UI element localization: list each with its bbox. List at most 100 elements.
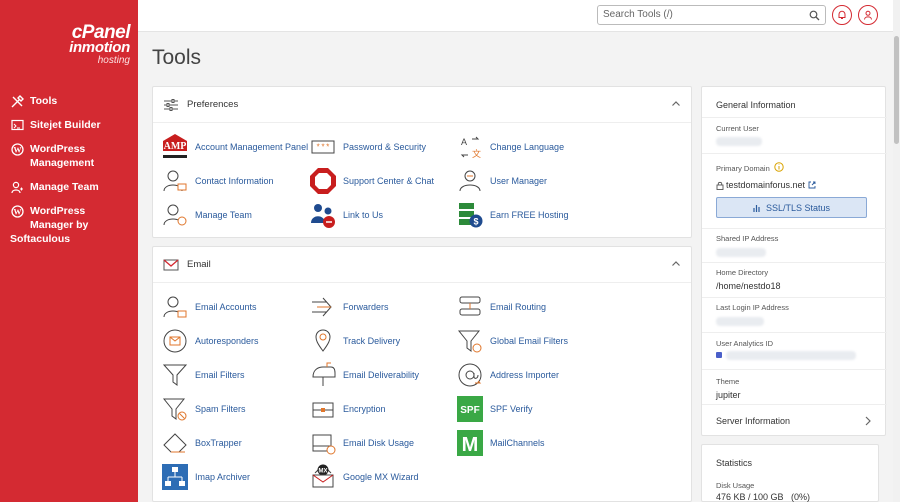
tool-label: Imap Archiver	[195, 472, 251, 482]
tool-link-to-us[interactable]: Link to Us	[309, 200, 383, 230]
tool-encryption[interactable]: Encryption	[309, 394, 386, 424]
cpanel-inmotion-logo[interactable]: cPanel inmotion hosting	[26, 23, 130, 66]
tool-email-disk-usage[interactable]: Email Disk Usage	[309, 428, 414, 458]
notifications-button[interactable]	[832, 5, 852, 25]
server-information-link[interactable]: Server Information	[716, 416, 790, 426]
shared-ip-label: Shared IP Address	[716, 234, 779, 243]
tool-imap-archiver[interactable]: Imap Archiver	[161, 462, 250, 492]
tool-label: Email Accounts	[195, 302, 257, 312]
tool-label: Email Disk Usage	[343, 438, 415, 448]
svg-text:SPF: SPF	[460, 405, 479, 416]
sliders-icon	[164, 99, 178, 111]
envelope-icon	[163, 259, 179, 271]
sidebar-item-manage-team[interactable]: Manage Team	[10, 180, 134, 194]
tool-address-importer[interactable]: Address Importer	[456, 360, 559, 390]
tool-boxtrapper[interactable]: BoxTrapper	[161, 428, 242, 458]
tool-earn-free-hosting[interactable]: $ Earn FREE Hosting	[456, 200, 569, 230]
tool-mailchannels[interactable]: M MailChannels	[456, 428, 545, 458]
sidebar: cPanel inmotion hosting Tools Sitejet Bu…	[0, 0, 138, 502]
email-panel: Email Email Accounts Forwarders Email Ro…	[152, 246, 692, 502]
tool-password-security[interactable]: *** Password & Security	[309, 132, 426, 162]
home-directory-value: /home/nestdo18	[716, 281, 781, 291]
sidebar-item-tools[interactable]: Tools	[10, 94, 134, 108]
tools-icon	[10, 94, 24, 108]
search-icon	[809, 10, 820, 21]
preferences-header[interactable]: Preferences	[153, 87, 691, 123]
mailbox-icon	[309, 361, 337, 389]
tool-global-email-filters[interactable]: Global Email Filters	[456, 326, 568, 356]
tool-label: BoxTrapper	[195, 438, 242, 448]
autoresponders-icon	[161, 327, 189, 355]
divider	[702, 332, 887, 333]
sidebar-nav: Tools Sitejet Builder W WordPress Manage…	[10, 94, 134, 256]
global-filter-icon	[456, 327, 484, 355]
sidebar-item-label-line2: Management	[30, 157, 95, 169]
statistics-title: Statistics	[716, 458, 753, 468]
tool-spam-filters[interactable]: Spam Filters	[161, 394, 246, 424]
tool-manage-team[interactable]: Manage Team	[161, 200, 252, 230]
svg-text:M: M	[462, 434, 479, 456]
forwarders-icon	[309, 293, 337, 321]
search-input[interactable]: Search Tools (/)	[597, 5, 826, 25]
track-delivery-icon	[309, 327, 337, 355]
tool-label: Google MX Wizard	[343, 472, 419, 482]
tool-change-language[interactable]: A文 Change Language	[456, 132, 564, 162]
info-icon[interactable]	[774, 162, 784, 172]
tool-label: Email Filters	[195, 370, 245, 380]
tool-label: Earn FREE Hosting	[490, 210, 569, 220]
tool-email-accounts[interactable]: Email Accounts	[161, 292, 257, 322]
tool-label: User Manager	[490, 176, 548, 186]
user-manager-icon	[456, 167, 484, 195]
tool-label: Spam Filters	[195, 404, 246, 414]
bell-icon	[838, 10, 846, 19]
sidebar-item-label: Sitejet Builder	[30, 119, 101, 131]
email-header[interactable]: Email	[153, 247, 691, 283]
tool-contact-information[interactable]: Contact Information	[161, 166, 274, 196]
tool-email-deliverability[interactable]: Email Deliverability	[309, 360, 419, 390]
language-icon: A文	[456, 133, 484, 161]
team-icon	[10, 180, 24, 194]
scrollbar-thumb[interactable]	[894, 36, 899, 144]
tool-label: Track Delivery	[343, 336, 401, 346]
tool-label: Autoresponders	[195, 336, 259, 346]
sidebar-item-sitejet[interactable]: Sitejet Builder	[10, 118, 134, 132]
ssl-button-label: SSL/TLS Status	[765, 202, 831, 213]
sidebar-item-wordpress-manager-softaculous[interactable]: W WordPress Manager by Softaculous	[10, 204, 134, 246]
page-title: Tools	[152, 46, 202, 69]
shared-ip-redacted	[716, 248, 766, 257]
divider	[702, 404, 887, 405]
tool-google-mx-wizard[interactable]: MX Google MX Wizard	[309, 462, 419, 492]
tool-user-manager[interactable]: User Manager	[456, 166, 547, 196]
tool-forwarders[interactable]: Forwarders	[309, 292, 389, 322]
chevron-up-icon[interactable]	[671, 259, 681, 269]
theme-label: Theme	[716, 377, 740, 386]
tool-spf-verify[interactable]: SPF SPF Verify	[456, 394, 533, 424]
tool-track-delivery[interactable]: Track Delivery	[309, 326, 400, 356]
disk-usage-label: Disk Usage	[716, 481, 755, 490]
chevron-up-icon[interactable]	[671, 99, 681, 109]
primary-domain-link[interactable]: testdomainforus.net	[726, 180, 805, 190]
chevron-right-icon[interactable]	[864, 416, 872, 426]
wordpress-icon: W	[10, 142, 24, 156]
email-title: Email	[187, 259, 211, 270]
preferences-title: Preferences	[187, 99, 239, 110]
tool-account-management-panel[interactable]: AMP Account Management Panel	[161, 132, 308, 162]
tool-label: MailChannels	[490, 438, 545, 448]
tool-autoresponders[interactable]: Autoresponders	[161, 326, 259, 356]
tool-label: Encryption	[343, 404, 386, 414]
current-user-redacted	[716, 137, 762, 146]
tool-email-filters[interactable]: Email Filters	[161, 360, 245, 390]
ssl-tls-status-button[interactable]: SSL/TLS Status	[716, 197, 867, 218]
sidebar-item-wordpress-management[interactable]: W WordPress Management	[10, 142, 134, 170]
tool-email-routing[interactable]: Email Routing	[456, 292, 546, 322]
user-menu-button[interactable]	[858, 5, 878, 25]
tool-label: Change Language	[490, 142, 565, 152]
svg-text:W: W	[13, 207, 21, 216]
spf-icon: SPF	[456, 395, 484, 423]
disk-usage-value: 476 KB / 100 GB (0%)	[716, 492, 811, 502]
svg-text:AMP: AMP	[164, 141, 187, 152]
external-link-icon[interactable]	[808, 181, 816, 189]
svg-text:文: 文	[472, 148, 481, 159]
tool-support-center-chat[interactable]: Support Center & Chat	[309, 166, 434, 196]
tool-label: Email Deliverability	[343, 370, 420, 380]
